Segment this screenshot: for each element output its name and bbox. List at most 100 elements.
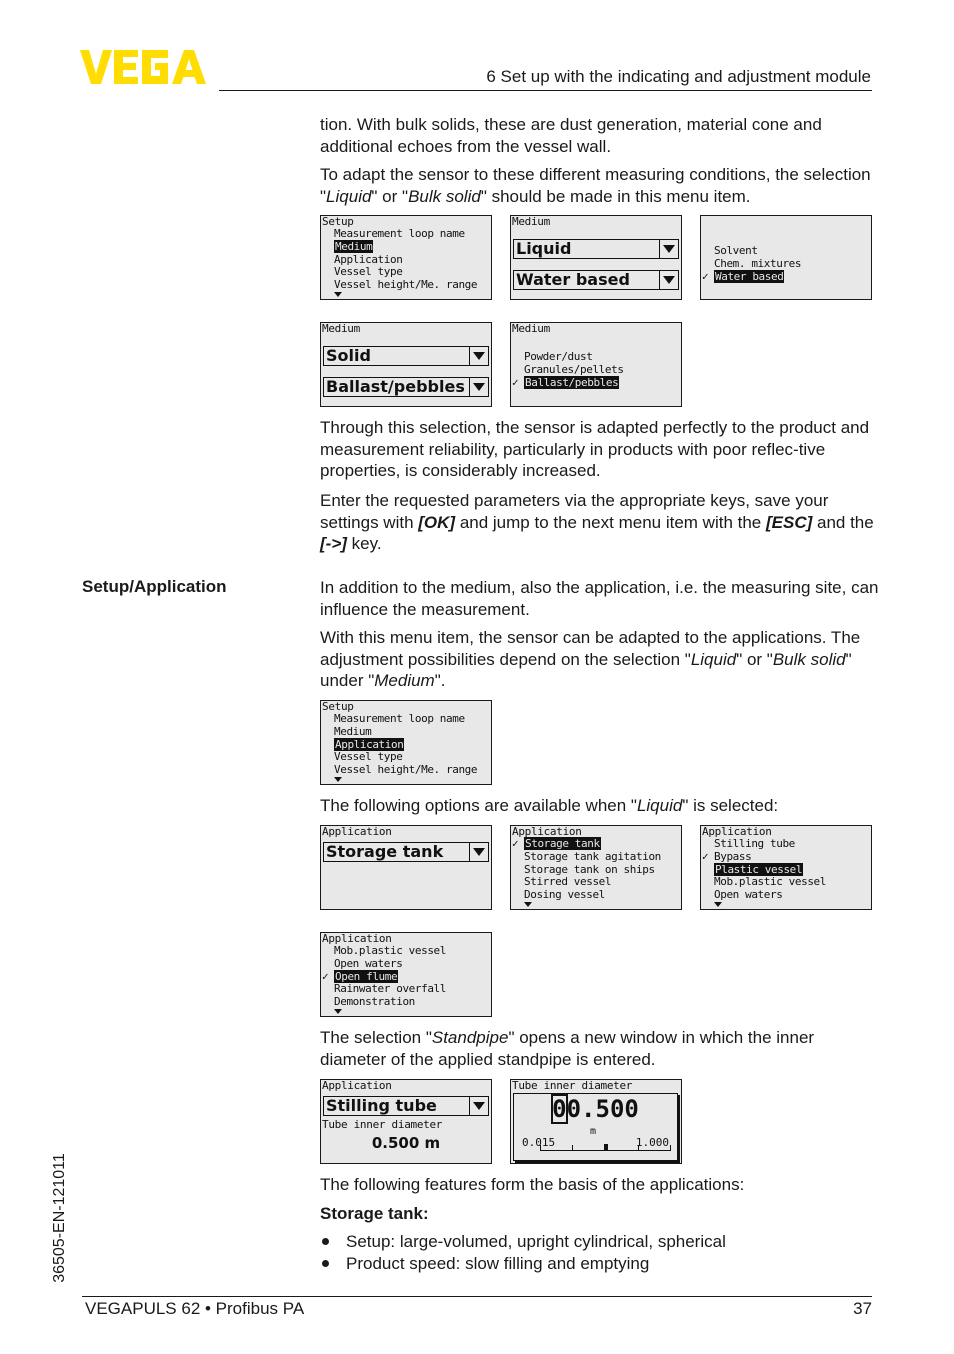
em-liquid: Liquid [326,186,372,206]
chapter-title: 6 Set up with the indicating and adjustm… [486,67,871,86]
lcd-solid-list: Medium Powder/dust Granules/pellets Ball… [510,322,682,407]
text: ". [434,671,446,690]
text: " or " [371,186,409,206]
scroll-down-icon [714,902,722,907]
menu-item-checked: Bypass [702,850,826,864]
scale-tick [572,1145,573,1151]
value-editor-frame: 00.500 m 0.015 1.000 [513,1093,678,1161]
menu-item: Dosing vessel [524,888,605,902]
range-scale [540,1144,671,1151]
paragraph-selection: To adapt the sensor to these different m… [320,164,880,207]
dropdown-medium: Solid [323,346,489,366]
menu-item: Medium [334,724,372,738]
document-code: 36505-EN-121011 [40,1140,80,1295]
footer-divider [82,1296,872,1297]
lcd-setup-application: Setup Measurement loop name Medium Appli… [320,700,492,785]
dropdown-medium: Liquid [513,239,679,259]
scale-tick [670,1145,671,1151]
menu-item: Vessel height/Me. range [334,278,478,292]
paragraph-standpipe: The selection "Standpipe" opens a new wi… [320,1027,880,1070]
scroll-down-icon [334,1009,342,1014]
lcd-application-dropdown: Application Storage tank [320,825,492,910]
key-arrow: [->] [320,534,347,553]
menu-item: Chem. mixtures [714,256,802,270]
key-ok: [OK] [418,512,456,532]
menu-item: Open waters [334,956,403,970]
em-standpipe: Standpipe [431,1028,509,1047]
text: " should be made in this menu item. [480,186,751,206]
edit-cursor-digit: 0 [551,1094,568,1124]
scale-tick [638,1145,639,1151]
lcd-title: Application [322,825,392,838]
value-editor: 00.500 [514,1094,677,1124]
menu-item: Vessel height/Me. range [334,763,478,777]
text: The following options are available when… [320,796,637,815]
key-esc: [ESC] [765,512,813,532]
lcd-title: Medium [512,215,550,228]
menu-item: Measurement loop name [334,227,465,240]
paragraph-liquid-options: The following options are available when… [320,795,880,817]
unit-label: m [590,1126,597,1137]
text: " or " [736,649,773,669]
subheading-storage-tank: Storage tank: [320,1204,429,1223]
menu-item-checked: Ballast/pebbles [512,375,624,390]
lcd-tube-diameter-edit: Tube inner diameter 00.500 m 0.015 1.000 [510,1079,682,1164]
lcd-title: Medium [512,322,550,335]
document-code-text: 36505-EN-121011 [51,1152,68,1283]
em-bulk-solid: Bulk solid [772,649,846,669]
lcd-title: Application [322,1079,392,1092]
scroll-down-icon [334,777,342,782]
dropdown-application: Storage tank [323,842,489,862]
paragraph-keys: Enter the requested parameters via the a… [320,490,880,555]
lcd-title: Tube inner diameter [512,1079,633,1092]
lcd-application-list-2: Application Stilling tube Bypass Plastic… [700,825,872,910]
text: key. [346,534,382,553]
em-liquid: Liquid [636,796,683,815]
list-item: Product speed: slow filling and emptying [320,1253,880,1275]
range-max: 1.000 [635,1136,669,1149]
dropdown-medium-type: Water based [513,270,679,290]
text: The selection " [320,1028,432,1047]
lcd-liquid-list: Solvent Chem. mixtures Water based [700,215,872,300]
scroll-down-icon [524,902,532,907]
edit-value: 0.500 [566,1095,639,1123]
text: " is selected: [682,796,779,815]
lcd-application-list-1: Application Storage tank Storage tank ag… [510,825,682,910]
dropdown-arrow-icon [469,843,488,861]
text: and jump to the next menu item with the [455,512,766,532]
dropdown-application: Stilling tube [323,1096,489,1116]
scroll-down-icon [334,292,342,297]
menu-item: Open waters [714,888,783,902]
paragraph-features: The following features form the basis of… [320,1175,745,1194]
lcd-setup-medium: Setup Measurement loop name Medium Appli… [320,215,492,300]
paragraph-adjustment: With this menu item, the sensor can be a… [320,627,880,692]
range-min: 0.015 [522,1136,556,1149]
paragraph-adaptation: Through this selection, the sensor is ad… [320,418,870,480]
lcd-application-list-3: Application Mob.plastic vessel Open wate… [320,932,492,1017]
paragraph-intro: tion. With bulk solids, these are dust g… [320,115,822,156]
em-liquid: Liquid [690,649,737,669]
scale-marker [604,1144,608,1151]
text: and the [812,512,874,532]
dropdown-arrow-icon [659,240,678,258]
dropdown-arrow-icon [659,271,678,289]
footer-product: VEGAPULS 62 • Profibus PA [85,1299,305,1318]
scale-tick [540,1145,541,1151]
dropdown-arrow-icon [469,347,488,365]
dropdown-arrow-icon [469,378,488,396]
bullet-list: Setup: large-volumed, upright cylindrica… [320,1231,880,1274]
list-item: Setup: large-volumed, upright cylindrica… [320,1231,880,1253]
lcd-title: Medium [322,322,360,335]
lcd-stilling-tube: Application Stilling tube Tube inner dia… [320,1079,492,1164]
em-medium: Medium [374,671,435,690]
paragraph-application-intro: In addition to the medium, also the appl… [320,578,879,619]
menu-item: Demonstration [334,995,415,1009]
vega-logo [80,50,206,84]
tube-diameter-label: Tube inner diameter [322,1118,443,1131]
dropdown-arrow-icon [469,1097,488,1115]
page-number: 37 [853,1299,872,1318]
header-divider [219,90,872,91]
tube-diameter-value: 0.500 m [371,1134,441,1152]
menu-item: Granules/pellets [524,362,624,376]
section-heading: Setup/Application [82,577,227,596]
